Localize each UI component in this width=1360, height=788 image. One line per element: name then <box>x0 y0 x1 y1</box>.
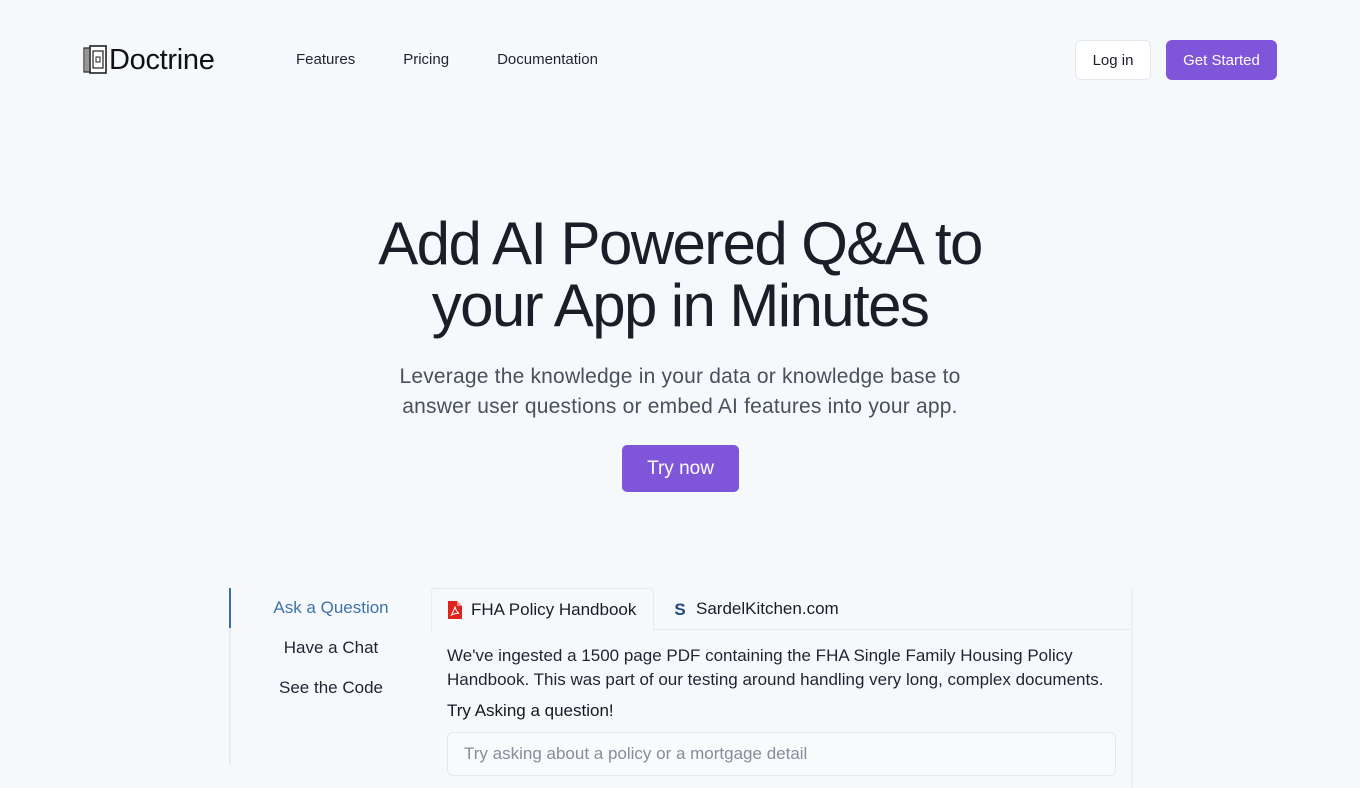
svg-text:S: S <box>674 600 685 618</box>
brand-name: Doctrine <box>109 44 215 76</box>
hero-title-line2: your App in Minutes <box>431 272 930 339</box>
hero-subtitle: Leverage the knowledge in your data or k… <box>0 362 1360 422</box>
brand-logo[interactable]: Doctrine <box>83 44 215 76</box>
hero-title: Add AI Powered Q&A to your App in Minute… <box>0 213 1360 337</box>
sardel-s-icon: S <box>673 600 687 618</box>
hero-subtitle-line1: Leverage the knowledge in your data or k… <box>399 365 961 388</box>
tab-label: SardelKitchen.com <box>696 599 839 618</box>
book-stack-icon <box>83 45 107 74</box>
hero-subtitle-line2: answer user questions or embed AI featur… <box>402 395 958 418</box>
side-nav-see-code[interactable]: See the Code <box>231 678 431 698</box>
try-now-button[interactable]: Try now <box>622 445 739 492</box>
site-header: Doctrine Features Pricing Documentation … <box>0 0 1360 120</box>
source-tabs: FHA Policy Handbook S SardelKitchen.com <box>431 588 1132 631</box>
prompt-label: Try Asking a question! <box>447 701 614 720</box>
demo-description: We've ingested a 1500 page PDF containin… <box>447 644 1127 692</box>
description-line1: We've ingested a 1500 page PDF containin… <box>447 646 1073 665</box>
login-button[interactable]: Log in <box>1075 40 1151 80</box>
description-line2: Handbook. This was part of our testing a… <box>447 670 1104 689</box>
nav-link-documentation[interactable]: Documentation <box>497 51 598 69</box>
question-input[interactable] <box>447 732 1116 776</box>
pdf-icon <box>448 600 462 619</box>
main-nav: Features Pricing Documentation <box>296 51 646 69</box>
side-nav-ask-question[interactable]: Ask a Question <box>231 598 431 618</box>
hero-title-line1: Add AI Powered Q&A to <box>378 210 983 277</box>
side-nav-have-chat[interactable]: Have a Chat <box>231 638 431 658</box>
get-started-button[interactable]: Get Started <box>1166 40 1277 80</box>
demo-panel: FHA Policy Handbook S SardelKitchen.com … <box>431 588 1132 788</box>
nav-link-pricing[interactable]: Pricing <box>403 51 449 69</box>
nav-link-features[interactable]: Features <box>296 51 355 69</box>
demo-side-nav: Ask a Question Have a Chat See the Code <box>229 588 429 764</box>
tab-label: FHA Policy Handbook <box>471 599 637 619</box>
tab-sardelkitchen[interactable]: S SardelKitchen.com <box>657 588 857 630</box>
tab-fha-policy-handbook[interactable]: FHA Policy Handbook <box>431 588 654 631</box>
